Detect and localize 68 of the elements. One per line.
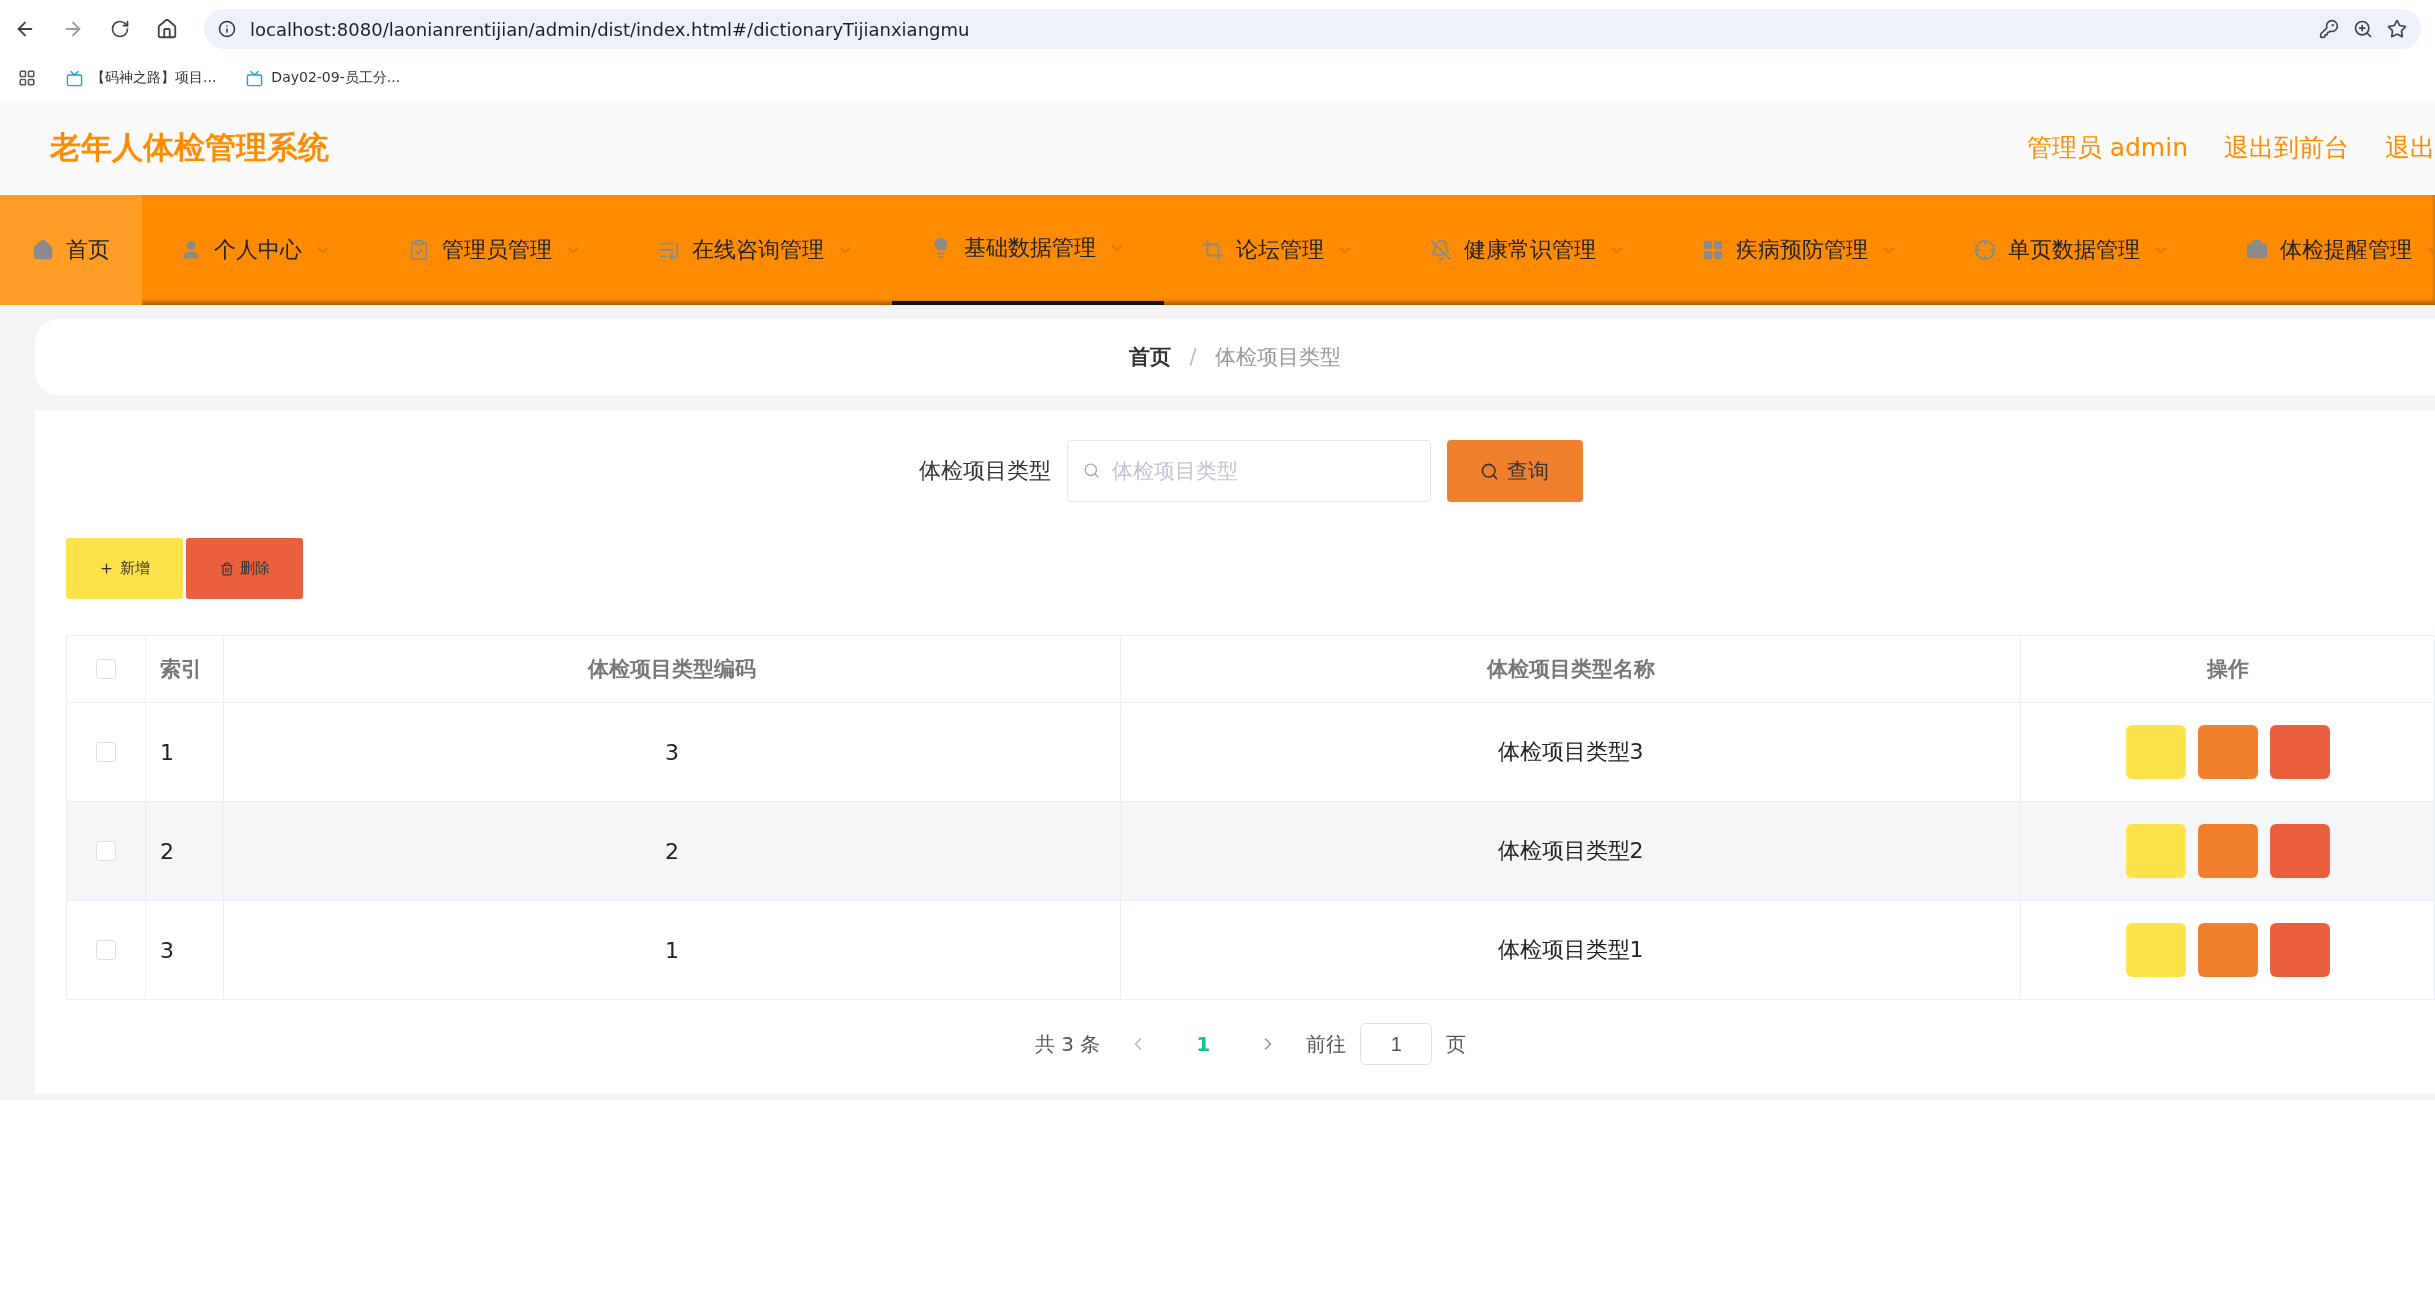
table-cell: 体检项目类型3 — [1121, 703, 2021, 801]
delete-button[interactable]: 删除 — [186, 538, 303, 599]
table-cell: 1 — [146, 703, 224, 801]
column-header: 体检项目类型编码 — [224, 636, 1121, 702]
home-icon — [32, 239, 54, 261]
total-count: 共 3 条 — [1034, 1030, 1101, 1058]
nav-item[interactable]: 单页数据管理 — [1936, 195, 2208, 305]
search-label: 体检项目类型 — [918, 457, 1051, 485]
table-cell: 2 — [224, 802, 1121, 900]
column-header: 索引 — [146, 636, 224, 702]
select-all-checkbox[interactable] — [96, 659, 116, 679]
add-button[interactable]: 新增 — [66, 538, 183, 599]
info-icon[interactable] — [218, 20, 236, 38]
table-cell: 3 — [146, 901, 224, 999]
star-icon[interactable] — [2387, 19, 2407, 39]
nav-item[interactable]: 首页 — [0, 195, 142, 305]
row-checkbox[interactable] — [96, 742, 116, 762]
key-icon[interactable] — [2319, 19, 2339, 39]
row-checkbox[interactable] — [96, 841, 116, 861]
apps-icon[interactable] — [18, 69, 36, 87]
trash-icon — [219, 561, 234, 576]
delete-button[interactable] — [2269, 824, 2330, 878]
search-field[interactable]: 体检项目类型 — [1066, 440, 1431, 502]
reload-icon[interactable] — [110, 19, 130, 39]
tv-icon — [66, 69, 83, 87]
bookmark[interactable]: Day02-09-员工分... — [246, 69, 401, 87]
table-cell: 1 — [224, 901, 1121, 999]
bookmark[interactable]: 【码神之路】项目... — [66, 69, 217, 87]
table-cell: 2 — [146, 802, 224, 900]
edit-button[interactable] — [2197, 923, 2258, 977]
nav-item[interactable]: 体检提醒管理 — [2208, 195, 2435, 305]
edit-button[interactable] — [2197, 824, 2258, 878]
column-header: 操作 — [2021, 636, 2435, 702]
edit-button[interactable] — [2197, 725, 2258, 779]
table-cell: 体检项目类型1 — [1121, 901, 2021, 999]
page-suffix: 页 — [1446, 1030, 1467, 1058]
url-text: localhost:8080/laonianrentijian/admin/dist/index.html#/dictionaryTijianxiangmu — [250, 18, 970, 40]
nav-item[interactable]: 论坛管理 — [1164, 195, 1392, 305]
grid-icon — [1702, 239, 1724, 261]
search-icon — [1480, 461, 1499, 481]
nav-item[interactable]: 健康常识管理 — [1392, 195, 1664, 305]
column-header: 体检项目类型名称 — [1121, 636, 2021, 702]
zoom-icon[interactable] — [2353, 19, 2373, 39]
search-icon — [1082, 462, 1100, 479]
delete-button[interactable] — [2269, 923, 2330, 977]
nav-item[interactable]: 管理员管理 — [370, 195, 620, 305]
table-cell: 体检项目类型2 — [1121, 802, 2021, 900]
crosshair-icon — [1974, 239, 1996, 261]
crop-icon — [1202, 239, 1224, 261]
delete-button[interactable] — [2269, 725, 2330, 779]
plus-icon — [99, 561, 114, 576]
goto-label: 前往 — [1306, 1030, 1347, 1058]
table-cell: 3 — [224, 703, 1121, 801]
app-title: 老年人体检管理系统 — [50, 127, 329, 167]
briefcase-icon — [2246, 239, 2268, 261]
bell-off-icon — [1430, 239, 1452, 261]
page-input[interactable]: 1 — [1360, 1023, 1433, 1065]
nav-item[interactable]: 个人中心 — [142, 195, 370, 305]
breadcrumb-separator: / — [1189, 345, 1197, 369]
breadcrumb-item[interactable]: 首页 — [1129, 343, 1172, 371]
nav-item[interactable]: 疾病预防管理 — [1664, 195, 1936, 305]
home-icon[interactable] — [156, 18, 178, 40]
clipboard-icon — [408, 239, 430, 261]
search-button[interactable]: 查询 — [1446, 440, 1583, 502]
nav-item[interactable]: 在线咨询管理 — [620, 195, 892, 305]
address-bar[interactable]: localhost:8080/laonianrentijian/admin/dist/index.html#/dictionaryTijianxiangmu — [204, 9, 2421, 49]
tv-icon — [246, 69, 264, 87]
row-checkbox[interactable] — [96, 940, 116, 960]
